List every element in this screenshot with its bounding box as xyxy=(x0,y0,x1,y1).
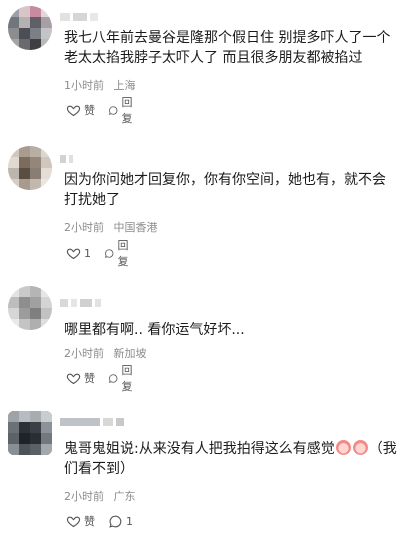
comment-text: 哪里都有啊.. 看你运气好坏... xyxy=(64,322,245,338)
reply-count: 1 xyxy=(126,514,133,528)
comment-meta: 2小时前 新加坡 xyxy=(64,347,147,361)
username[interactable] xyxy=(60,292,140,307)
like-button[interactable]: 1 xyxy=(66,244,91,262)
comment-item: 因为你问她才回复你，你有你空间，她也有，就不会打扰她了 2小时前 中国香港 1 … xyxy=(0,140,411,270)
heart-outline-icon xyxy=(66,373,81,384)
heart-outline-icon xyxy=(66,105,81,116)
comment-meta: 2小时前 中国香港 xyxy=(64,221,158,235)
comment-text: 鬼哥鬼姐说:从来没有人把我拍得这么有感觉 （我们看不到） xyxy=(64,439,399,479)
comment-item: 鬼哥鬼姐说:从来没有人把我拍得这么有感觉 （我们看不到） 2小时前 广东 赞 1 xyxy=(0,405,411,533)
comment-meta: 1小时前 上海 xyxy=(64,79,136,93)
chat-bubble-icon xyxy=(104,248,114,258)
comment-time: 2小时前 xyxy=(64,221,104,234)
avatar[interactable] xyxy=(8,146,52,190)
username[interactable] xyxy=(60,411,150,426)
like-count: 1 xyxy=(84,246,91,260)
comment-text: 因为你问她才回复你，你有你空间，她也有，就不会打扰她了 xyxy=(64,172,386,208)
username[interactable] xyxy=(60,6,140,21)
comment-item: 哪里都有啊.. 看你运气好坏... 2小时前 新加坡 赞 回复 xyxy=(0,280,411,400)
username[interactable] xyxy=(60,148,140,163)
chat-bubble-icon xyxy=(108,105,118,115)
clown-face-emoji-icon xyxy=(352,440,368,455)
avatar[interactable] xyxy=(8,6,52,50)
reply-label: 回复 xyxy=(121,364,133,393)
comment-item: 我七八年前去曼谷是隆那个假日住 别提多吓人了一个老太太掐我脖子太吓人了 而且很多… xyxy=(0,0,411,130)
like-button[interactable]: 赞 xyxy=(66,512,95,530)
comment-meta: 2小时前 广东 xyxy=(64,490,136,504)
like-label: 赞 xyxy=(84,104,95,117)
comment-text: 我七八年前去曼谷是隆那个假日住 别提多吓人了一个老太太掐我脖子太吓人了 而且很多… xyxy=(64,30,391,66)
like-label: 赞 xyxy=(84,372,95,385)
comment-location: 新加坡 xyxy=(113,347,147,360)
comment-time: 2小时前 xyxy=(64,490,104,503)
avatar[interactable] xyxy=(8,286,52,330)
reply-button[interactable]: 回复 xyxy=(104,239,133,268)
heart-outline-icon xyxy=(66,248,81,259)
avatar[interactable] xyxy=(8,411,52,455)
reply-label: 回复 xyxy=(121,96,133,125)
comment-time: 1小时前 xyxy=(64,79,104,92)
like-button[interactable]: 赞 xyxy=(66,101,95,119)
reply-label: 回复 xyxy=(117,239,129,268)
heart-outline-icon xyxy=(66,516,81,527)
reply-button[interactable]: 回复 xyxy=(108,364,137,393)
comment-location: 广东 xyxy=(113,490,136,503)
comment-location: 上海 xyxy=(113,79,136,92)
comment-time: 2小时前 xyxy=(64,347,104,360)
reply-button[interactable]: 1 xyxy=(108,512,133,530)
like-button[interactable]: 赞 xyxy=(66,369,95,387)
reply-button[interactable]: 回复 xyxy=(108,96,137,125)
clown-face-emoji-icon xyxy=(335,440,351,455)
chat-bubble-icon xyxy=(109,515,122,528)
chat-bubble-icon xyxy=(108,373,118,383)
comment-location: 中国香港 xyxy=(113,221,158,234)
like-label: 赞 xyxy=(84,515,95,528)
comment-text-main: 鬼哥鬼姐说:从来没有人把我拍得这么有感觉 xyxy=(64,441,335,457)
